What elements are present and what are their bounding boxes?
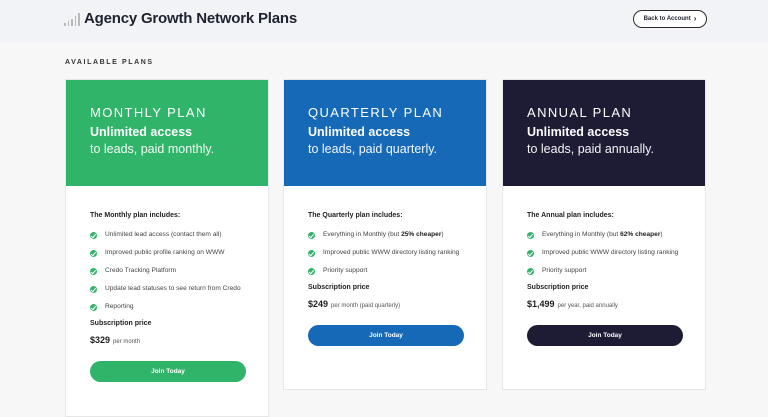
feature-item: Improved public WWW directory listing ra… [527,248,681,258]
price-amount: $249 [308,299,329,309]
plan-headline: Unlimited access [308,125,411,139]
plan-subline: to leads, paid monthly. [90,142,215,156]
back-to-account-button[interactable]: Back to Account › [633,10,707,28]
section-label: AVAILABLE PLANS [65,59,154,66]
feature-item: Improved public profile ranking on WWW [90,248,244,258]
plan-subline: to leads, paid quarterly. [308,142,438,156]
join-today-button[interactable]: Join Today [308,325,464,346]
feature-text: Improved public profile ranking on WWW [105,249,225,256]
check-icon [90,267,97,275]
join-today-button[interactable]: Join Today [527,325,683,346]
plan-headline: Unlimited access [90,125,193,139]
subscription-price-label: Subscription price [308,284,370,291]
price-period: per month (paid quarterly) [331,303,401,309]
plan-headline: Unlimited access [527,125,630,139]
feature-text: Everything in Monthly (but 62% cheaper) [542,231,663,238]
feature-item: Everything in Monthly (but 62% cheaper) [527,230,681,240]
price-amount: $329 [90,335,111,345]
feature-item: Priority support [308,266,462,276]
feature-text: Priority support [323,267,368,274]
check-icon [527,249,534,257]
plan-header: ANNUAL PLAN Unlimited access to leads, p… [503,80,705,186]
check-icon [90,231,97,239]
price-period: per month [113,339,141,345]
top-header: Agency Growth Network Plans Back to Acco… [0,0,768,43]
check-icon [308,249,315,257]
feature-text: Priority support [542,267,587,274]
feature-item: Priority support [527,266,681,276]
join-today-button[interactable]: Join Today [90,361,246,382]
plan-name: QUARTERLY PLAN [308,105,444,120]
subscription-price-label: Subscription price [90,320,152,327]
feature-item: Everything in Monthly (but 25% cheaper) [308,230,462,240]
subscription-price-label: Subscription price [527,284,589,291]
feature-text: Improved public WWW directory listing ra… [323,249,460,256]
price-amount: $1,499 [527,299,555,309]
feature-item: Reporting [90,302,244,312]
price: $329 per month [90,335,244,345]
feature-list: Everything in Monthly (but 25% cheaper) … [308,230,462,276]
plan-header: QUARTERLY PLAN Unlimited access to leads… [284,80,486,186]
plan-name: MONTHLY PLAN [90,105,207,120]
feature-text: Credo Tracking Platform [105,267,177,274]
feature-text: Reporting [105,303,134,310]
includes-title: The Quarterly plan includes: [308,212,403,219]
plan-card-quarterly: QUARTERLY PLAN Unlimited access to leads… [283,79,487,390]
plan-card-annual: ANNUAL PLAN Unlimited access to leads, p… [502,79,706,390]
feature-text: Improved public WWW directory listing ra… [542,249,679,256]
includes-title: The Annual plan includes: [527,212,614,219]
page-title: Agency Growth Network Plans [84,10,297,27]
feature-text: Everything in Monthly (but 25% cheaper) [323,231,444,238]
check-icon [308,231,315,239]
plan-subline: to leads, paid annually. [527,142,654,156]
price: $249 per month (paid quarterly) [308,299,462,309]
price: $1,499 per year, paid annually [527,299,681,309]
plan-card-monthly: MONTHLY PLAN Unlimited access to leads, … [65,79,269,417]
feature-text: Unlimited lead access (contact them all) [105,231,222,238]
includes-title: The Monthly plan includes: [90,212,181,219]
check-icon [90,303,97,311]
price-period: per year, paid annually [557,303,618,309]
chevron-right-icon: › [693,14,697,23]
feature-item: Update lead statuses to see return from … [90,284,244,294]
signal-bars-logo-icon [64,12,80,26]
feature-text: Update lead statuses to see return from … [105,285,241,292]
back-to-account-label: Back to Account [643,16,691,22]
feature-item: Credo Tracking Platform [90,266,244,276]
plan-header: MONTHLY PLAN Unlimited access to leads, … [66,80,268,186]
check-icon [90,249,97,257]
feature-item: Improved public WWW directory listing ra… [308,248,462,258]
feature-item: Unlimited lead access (contact them all) [90,230,244,240]
feature-list: Everything in Monthly (but 62% cheaper) … [527,230,681,276]
feature-list: Unlimited lead access (contact them all)… [90,230,244,312]
plan-name: ANNUAL PLAN [527,105,633,120]
check-icon [527,267,534,275]
check-icon [90,285,97,293]
check-icon [527,231,534,239]
check-icon [308,267,315,275]
